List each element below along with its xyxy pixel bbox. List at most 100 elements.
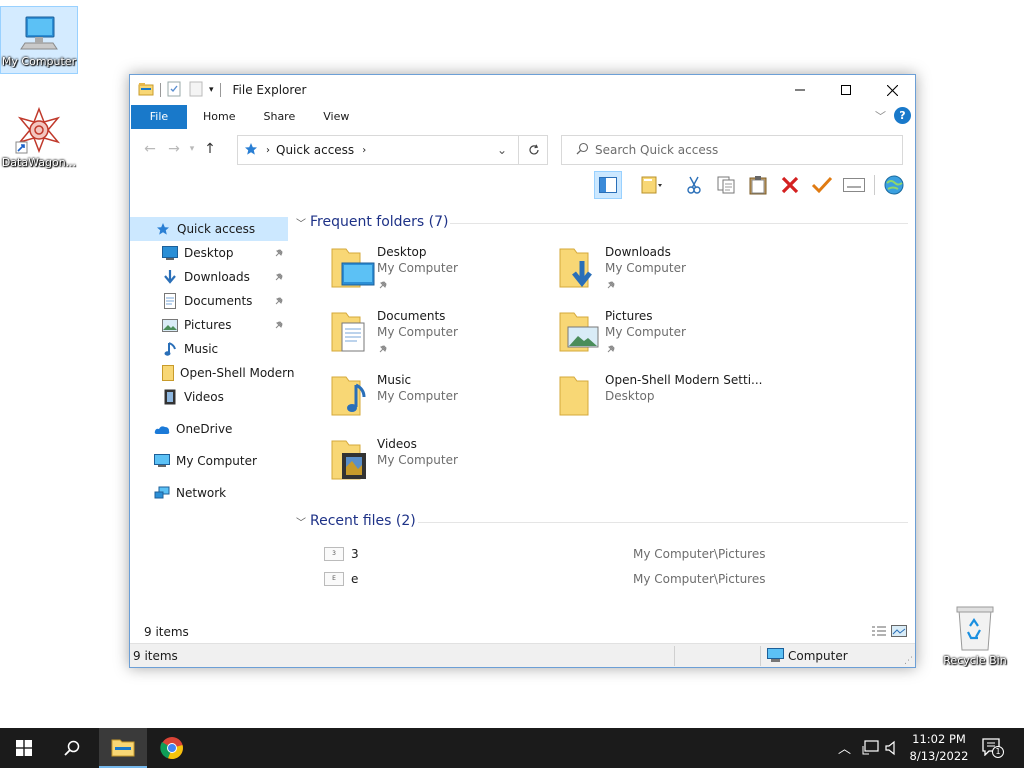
taskbar-chrome[interactable] (148, 728, 196, 768)
search-button[interactable] (48, 728, 96, 768)
paste-icon[interactable] (744, 171, 772, 199)
delete-icon[interactable] (776, 171, 804, 199)
nav-item-open-shell[interactable]: Open-Shell Modern (130, 361, 295, 385)
quick-access-toolbar: ▾ (130, 75, 227, 105)
quick-access-star-icon (244, 142, 258, 159)
desktop-icon-label: DataWagon... (1, 156, 77, 169)
nav-item-desktop[interactable]: Desktop (130, 241, 288, 265)
cut-icon[interactable] (680, 171, 708, 199)
taskbar-file-explorer[interactable] (99, 728, 147, 768)
search-input[interactable] (595, 143, 875, 157)
nav-item-label: Open-Shell Modern (180, 366, 295, 380)
nav-item-downloads[interactable]: Downloads (130, 265, 288, 289)
nav-item-onedrive[interactable]: OneDrive (130, 417, 288, 441)
new-folder-qat-icon[interactable] (189, 81, 203, 100)
desktop-icon-datawagon[interactable]: DataWagon... (0, 100, 78, 176)
tab-view[interactable]: View (309, 105, 363, 129)
nav-item-quick-access[interactable]: Quick access (130, 217, 288, 241)
start-button[interactable] (0, 728, 48, 768)
breadcrumb-chevron-icon[interactable]: › (362, 145, 366, 156)
clock-time: 11:02 PM (912, 732, 966, 746)
folder-tile-pictures[interactable]: Pictures My Computer (558, 309, 778, 367)
nav-item-pictures[interactable]: Pictures (130, 313, 288, 337)
resize-grip-icon[interactable]: ⋰ (904, 656, 913, 666)
back-arrow-icon[interactable]: ← (138, 141, 162, 157)
minimize-button[interactable] (777, 75, 823, 105)
rename-icon[interactable] (840, 171, 868, 199)
breadcrumb-chevron-icon[interactable]: › (266, 145, 270, 156)
nav-item-videos[interactable]: Videos (130, 385, 288, 409)
action-center-button[interactable]: 1 (982, 738, 1006, 760)
desktop-icon-my-computer[interactable]: My Computer (0, 6, 78, 74)
nav-item-music[interactable]: Music (130, 337, 288, 361)
check-icon[interactable] (808, 171, 836, 199)
image-thumbnail-icon: E (324, 572, 344, 586)
show-hidden-icons-button[interactable]: ︿ (838, 738, 851, 757)
network-tray-icon[interactable] (862, 740, 880, 759)
recent-locations-icon[interactable]: ▾ (186, 144, 198, 154)
folder-tile-music[interactable]: Music My Computer (330, 373, 550, 431)
large-icons-view-icon[interactable] (891, 625, 907, 640)
title-bar[interactable]: ▾ File Explorer (130, 75, 915, 105)
document-icon (162, 293, 178, 309)
frequent-folders-header[interactable]: ﹀ Frequent folders (7) (296, 214, 449, 230)
pin-icon (274, 295, 284, 309)
navigation-pane-button[interactable] (594, 171, 622, 199)
music-note-icon (162, 341, 178, 357)
ribbon-tabs: File Home Share View ﹀ ? (130, 105, 915, 129)
item-count: 9 items (144, 625, 189, 639)
group-header-label: Frequent folders (7) (310, 214, 449, 230)
forward-arrow-icon[interactable]: → (162, 141, 186, 157)
folder-tile-videos[interactable]: Videos My Computer (330, 437, 550, 495)
pin-icon (274, 271, 284, 285)
pin-icon (378, 279, 388, 293)
volume-tray-icon[interactable] (885, 740, 901, 759)
maximize-button[interactable] (823, 75, 869, 105)
search-box[interactable] (561, 135, 903, 165)
nav-item-documents[interactable]: Documents (130, 289, 288, 313)
nav-item-label: OneDrive (176, 422, 233, 436)
copy-icon[interactable] (712, 171, 740, 199)
group-divider (418, 522, 908, 523)
folder-tile-documents[interactable]: Documents My Computer (330, 309, 550, 367)
tile-location: My Computer (377, 261, 458, 275)
pin-icon (274, 247, 284, 261)
taskbar-clock[interactable]: 11:02 PM 8/13/2022 (905, 731, 973, 765)
folder-tile-desktop[interactable]: Desktop My Computer (330, 245, 550, 303)
help-button[interactable]: ? (894, 107, 911, 124)
internet-globe-icon[interactable] (880, 171, 908, 199)
breadcrumb-location[interactable]: Quick access (276, 143, 354, 157)
recent-file-path: My Computer\Pictures (633, 547, 766, 561)
properties-icon[interactable] (167, 81, 181, 100)
view-options-button[interactable] (632, 171, 672, 199)
nav-item-label: Network (176, 486, 227, 500)
folder-tile-downloads[interactable]: Downloads My Computer (558, 245, 778, 303)
nav-item-label: My Computer (176, 454, 257, 468)
desktop-icon-recycle-bin[interactable]: Recycle Bin (936, 598, 1014, 670)
tab-home[interactable]: Home (189, 105, 249, 129)
refresh-button[interactable] (518, 135, 548, 165)
window-title: File Explorer (232, 83, 307, 97)
address-bar[interactable]: › Quick access › ⌄ (237, 135, 548, 165)
ribbon-help-area: ﹀ ? (875, 107, 911, 124)
tile-name: Open-Shell Modern Setti... (605, 373, 763, 387)
up-arrow-icon[interactable]: ↑ (198, 141, 222, 157)
folder-icon (558, 373, 606, 421)
recent-file-row[interactable]: 3 3 My Computer\Pictures (324, 544, 884, 566)
status-divider (760, 646, 761, 666)
tab-share[interactable]: Share (249, 105, 309, 129)
folder-tile-open-shell[interactable]: Open-Shell Modern Setti... Desktop (558, 373, 778, 431)
recent-files-header[interactable]: ﹀ Recent files (2) (296, 513, 416, 529)
tile-location: Desktop (605, 389, 655, 403)
close-button[interactable] (869, 75, 915, 105)
recent-file-row[interactable]: E e My Computer\Pictures (324, 569, 884, 591)
details-view-icon[interactable] (871, 625, 887, 640)
tab-file[interactable]: File (131, 105, 187, 129)
quick-access-star-icon (155, 221, 171, 237)
nav-item-label: Pictures (184, 318, 232, 332)
qat-dropdown-icon[interactable]: ▾ (209, 85, 214, 95)
address-dropdown-icon[interactable]: ⌄ (497, 143, 507, 157)
nav-item-my-computer[interactable]: My Computer (130, 449, 288, 473)
expand-ribbon-icon[interactable]: ﹀ (875, 108, 886, 124)
nav-item-network[interactable]: Network (130, 481, 288, 505)
